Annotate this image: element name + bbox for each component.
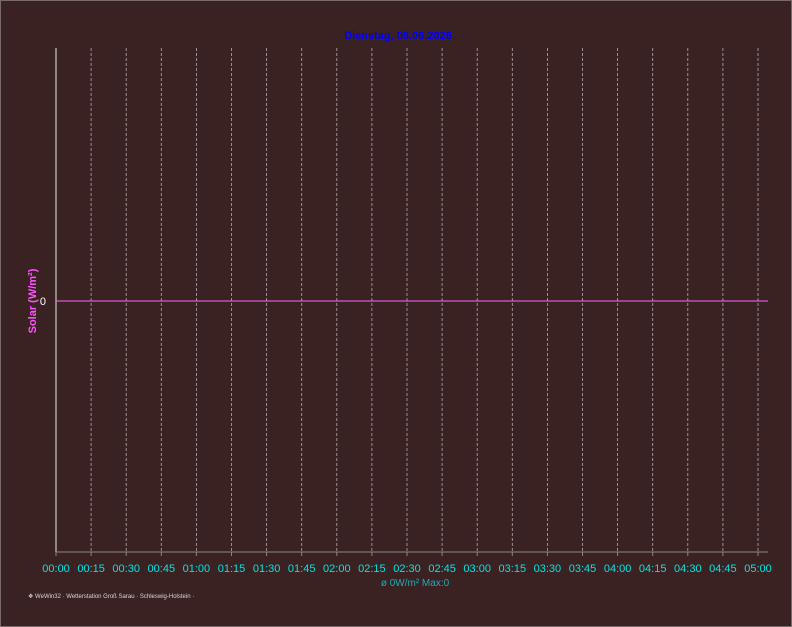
- x-tick-label: 02:15: [358, 563, 386, 575]
- footer-credit: ❖ WeWin32 · Wetterstation Groß Sarau · S…: [28, 594, 195, 600]
- x-tick-label: 01:15: [218, 563, 246, 575]
- x-tick-label: 03:00: [463, 563, 491, 575]
- x-tick-label: 01:45: [288, 563, 316, 575]
- x-tick-label: 00:45: [148, 563, 176, 575]
- x-tick-label: 01:30: [253, 563, 281, 575]
- x-tick-label: 04:00: [604, 563, 632, 575]
- x-tick-label: 02:00: [323, 563, 351, 575]
- x-tick-label: 00:15: [77, 563, 105, 575]
- chart-title: Dienstag, 08.06.2026: [344, 30, 452, 42]
- x-tick-label: 00:30: [112, 563, 140, 575]
- x-tick-label: 04:45: [709, 563, 737, 575]
- x-tick-label: 05:00: [744, 563, 772, 575]
- x-tick-label: 04:15: [639, 563, 667, 575]
- axes: [55, 48, 768, 553]
- x-tick-label: 04:30: [674, 563, 702, 575]
- grid-lines: [90, 48, 759, 552]
- x-tick-label: 03:45: [569, 563, 597, 575]
- x-axis-ticks: 00:00 00:15 00:30 00:45 01:00 01:15 01:30 01:45…: [42, 552, 772, 575]
- y-tick-label: 0: [40, 296, 46, 308]
- x-tick-label: 00:00: [42, 563, 70, 575]
- stats-summary: ø 0W/m² Max:0: [381, 578, 450, 589]
- y-axis-label: Solar (W/m²): [27, 268, 39, 333]
- y-axis-ticks: 0: [40, 296, 46, 308]
- x-tick-label: 03:30: [534, 563, 562, 575]
- x-tick-label: 03:15: [499, 563, 527, 575]
- x-tick-label: 01:00: [183, 563, 211, 575]
- chart-frame: Dienstag, 08.06.2026 Solar (W/m²) 00:00 0…: [0, 0, 792, 627]
- x-tick-label: 02:30: [393, 563, 421, 575]
- x-tick-label: 02:45: [428, 563, 456, 575]
- solar-chart: Dienstag, 08.06.2026 Solar (W/m²) 00:00 0…: [27, 30, 772, 589]
